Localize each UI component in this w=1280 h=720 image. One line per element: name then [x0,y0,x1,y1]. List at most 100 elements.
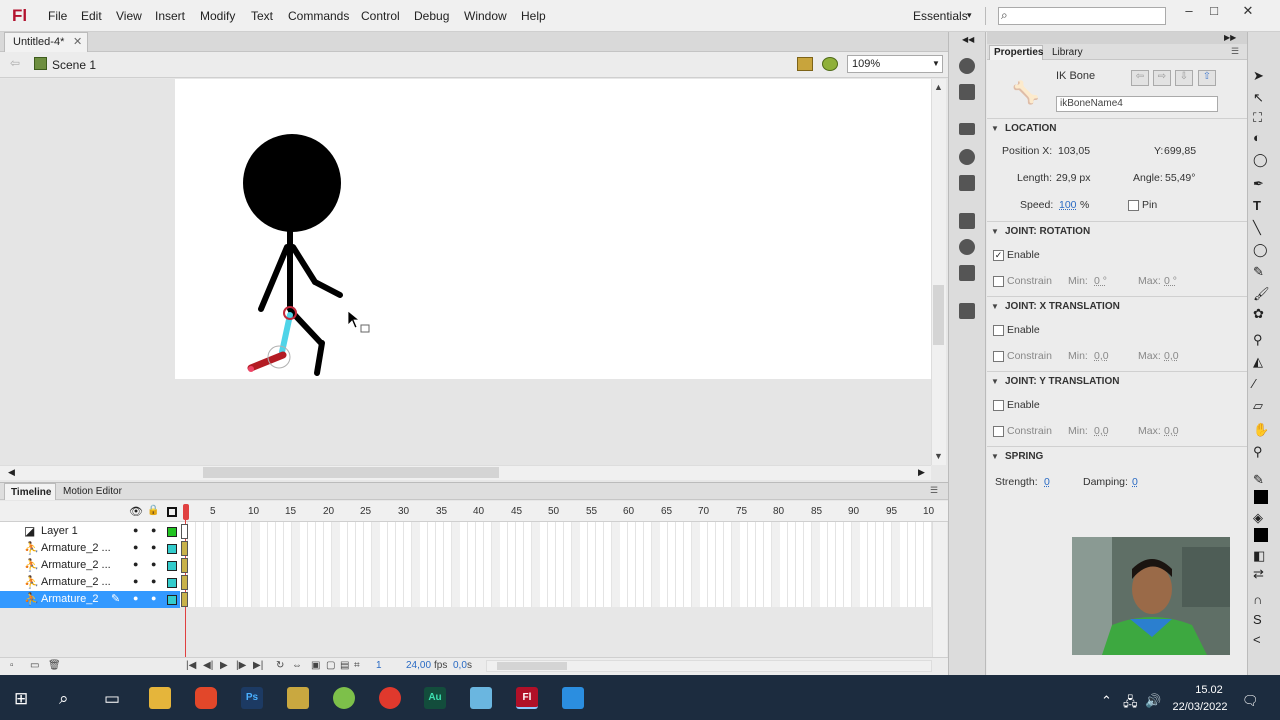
app-icon[interactable] [470,687,492,709]
bone-tool-icon[interactable]: ⚲ [1253,332,1263,348]
new-folder-icon[interactable]: ▭ [30,660,39,671]
onion-skin-icon[interactable]: ▣ [311,660,320,671]
info-icon[interactable] [959,149,975,165]
swap-colors-icon[interactable]: ⇄ [1253,566,1264,582]
clock-date[interactable]: 22/03/2022 [1170,701,1230,713]
layer-row[interactable]: ◪ Layer 1 ● ● [0,523,180,540]
brave-browser-icon[interactable] [195,687,217,709]
workspace-switcher[interactable]: Essentials [913,9,968,23]
menu-insert[interactable]: Insert [155,9,185,23]
image-viewer-icon[interactable] [287,687,309,709]
back-arrow-icon[interactable]: ⇦ [10,56,20,70]
code-snippets-icon[interactable] [959,303,975,319]
chevron-down-icon[interactable]: ▼ [991,227,999,236]
parent-bone-icon[interactable]: ⇧ [1198,70,1216,86]
play-icon[interactable]: ▶ [220,660,228,671]
layer-row[interactable]: ⛹ Armature_2 ... ● ● [0,557,180,574]
chevron-down-icon[interactable]: ▼ [991,377,999,386]
lock-dot[interactable]: ● [151,576,156,586]
damping-value[interactable]: 0 [1132,476,1138,488]
layer-color-swatch[interactable] [167,578,177,588]
layer-name[interactable]: Armature_2 ... [41,542,111,554]
visibility-dot[interactable]: ● [133,559,138,569]
vertical-scrollbar[interactable] [931,79,946,465]
close-icon[interactable]: ✕ [1235,3,1261,21]
keyframe[interactable] [181,541,188,556]
outline-icon[interactable] [167,507,177,517]
menu-file[interactable]: File [48,9,67,23]
subselection-tool-icon[interactable]: ↖ [1253,90,1264,106]
visibility-dot[interactable]: ● [133,593,138,603]
lock-dot[interactable]: ● [151,593,156,603]
show-hidden-icons-icon[interactable]: ⌃ [1101,693,1112,709]
frame-tick[interactable]: 75 [736,506,747,517]
visibility-dot[interactable]: ● [133,525,138,535]
straighten-icon[interactable]: < [1253,632,1261,647]
edit-scene-icon[interactable] [797,57,813,71]
y-min-value[interactable]: 0,0 [1094,425,1109,437]
smooth-icon[interactable]: S [1253,612,1262,627]
frame-tick[interactable]: 5 [210,506,216,517]
rotation-max-value[interactable]: 0 ° [1164,275,1177,287]
menu-control[interactable]: Control [361,9,400,23]
prev-sibling-icon[interactable]: ⇦ [1131,70,1149,86]
edit-multiple-icon[interactable]: ▤ [340,660,349,671]
pencil-tool-icon[interactable]: ✎ [1253,264,1264,280]
layer-color-swatch[interactable] [167,544,177,554]
section-spring[interactable]: SPRING [987,446,1247,466]
frame-tick[interactable]: 50 [548,506,559,517]
audition-icon[interactable]: Au [424,687,446,709]
layer-name[interactable]: Armature_2 ... [41,559,111,571]
stroke-swatch[interactable] [1254,490,1268,504]
speed-value[interactable]: 100 [1059,199,1077,211]
actions-icon[interactable] [959,213,975,229]
frame-tick[interactable]: 85 [811,506,822,517]
frame-tick[interactable]: 40 [473,506,484,517]
keyframe[interactable] [181,575,188,590]
components-icon[interactable] [959,239,975,255]
layer-name[interactable]: Armature_2 ... [41,576,111,588]
x-min-value[interactable]: 0,0 [1094,350,1109,362]
pen-tool-icon[interactable]: ✒ [1253,176,1264,192]
menu-help[interactable]: Help [521,9,546,23]
x-constrain-checkbox[interactable] [993,351,1004,362]
chevron-down-icon[interactable]: ▼ [991,452,999,461]
modify-markers-icon[interactable]: ⌗ [354,660,360,671]
scroll-up-icon[interactable]: ▲ [934,82,943,92]
color-icon[interactable] [959,123,975,135]
layer-row[interactable]: ⛹ Armature_2 ... ● ● [0,540,180,557]
close-tab-icon[interactable]: ✕ [73,35,82,48]
black-white-icon[interactable]: ◧ [1253,548,1265,564]
volume-icon[interactable]: 🔊 [1145,693,1161,709]
tab-motion-editor[interactable]: Motion Editor [60,485,125,498]
stick-figure[interactable] [175,79,931,379]
visibility-dot[interactable]: ● [133,542,138,552]
flash-taskbar-icon[interactable]: Fl [516,687,538,709]
frame-tick[interactable]: 35 [436,506,447,517]
collapse-icon[interactable]: ◀◀ [962,35,974,44]
scroll-down-icon[interactable]: ▼ [934,451,943,461]
y-constrain-checkbox[interactable] [993,426,1004,437]
keyframe[interactable] [181,558,188,573]
frame-tick[interactable]: 90 [848,506,859,517]
y-max-value[interactable]: 0,0 [1164,425,1179,437]
keyframe[interactable] [181,592,188,607]
help-search-input[interactable] [998,7,1166,25]
rotation-min-value[interactable]: 0 ° [1094,275,1107,287]
frame-tick[interactable]: 65 [661,506,672,517]
layer-color-swatch[interactable] [167,595,177,605]
layer-color-swatch[interactable] [167,527,177,537]
delete-icon[interactable]: 🗑 [48,660,61,671]
scroll-left-icon[interactable]: ◀ [8,467,15,478]
layer-name[interactable]: Armature_2 [41,593,98,605]
lock-dot[interactable]: ● [151,525,156,535]
menu-window[interactable]: Window [464,9,507,23]
step-forward-icon[interactable]: |▶ [236,660,246,671]
align-icon[interactable] [959,84,975,100]
timeline-scroll-thumb[interactable] [497,662,567,670]
frame-tick[interactable]: 10 [248,506,259,517]
free-transform-tool-icon[interactable]: ⛶ [1253,110,1262,126]
onion-outline-icon[interactable]: ▢ [326,660,335,671]
line-tool-icon[interactable]: ╲ [1253,220,1261,236]
lock-icon[interactable]: 🔒 [147,505,159,516]
